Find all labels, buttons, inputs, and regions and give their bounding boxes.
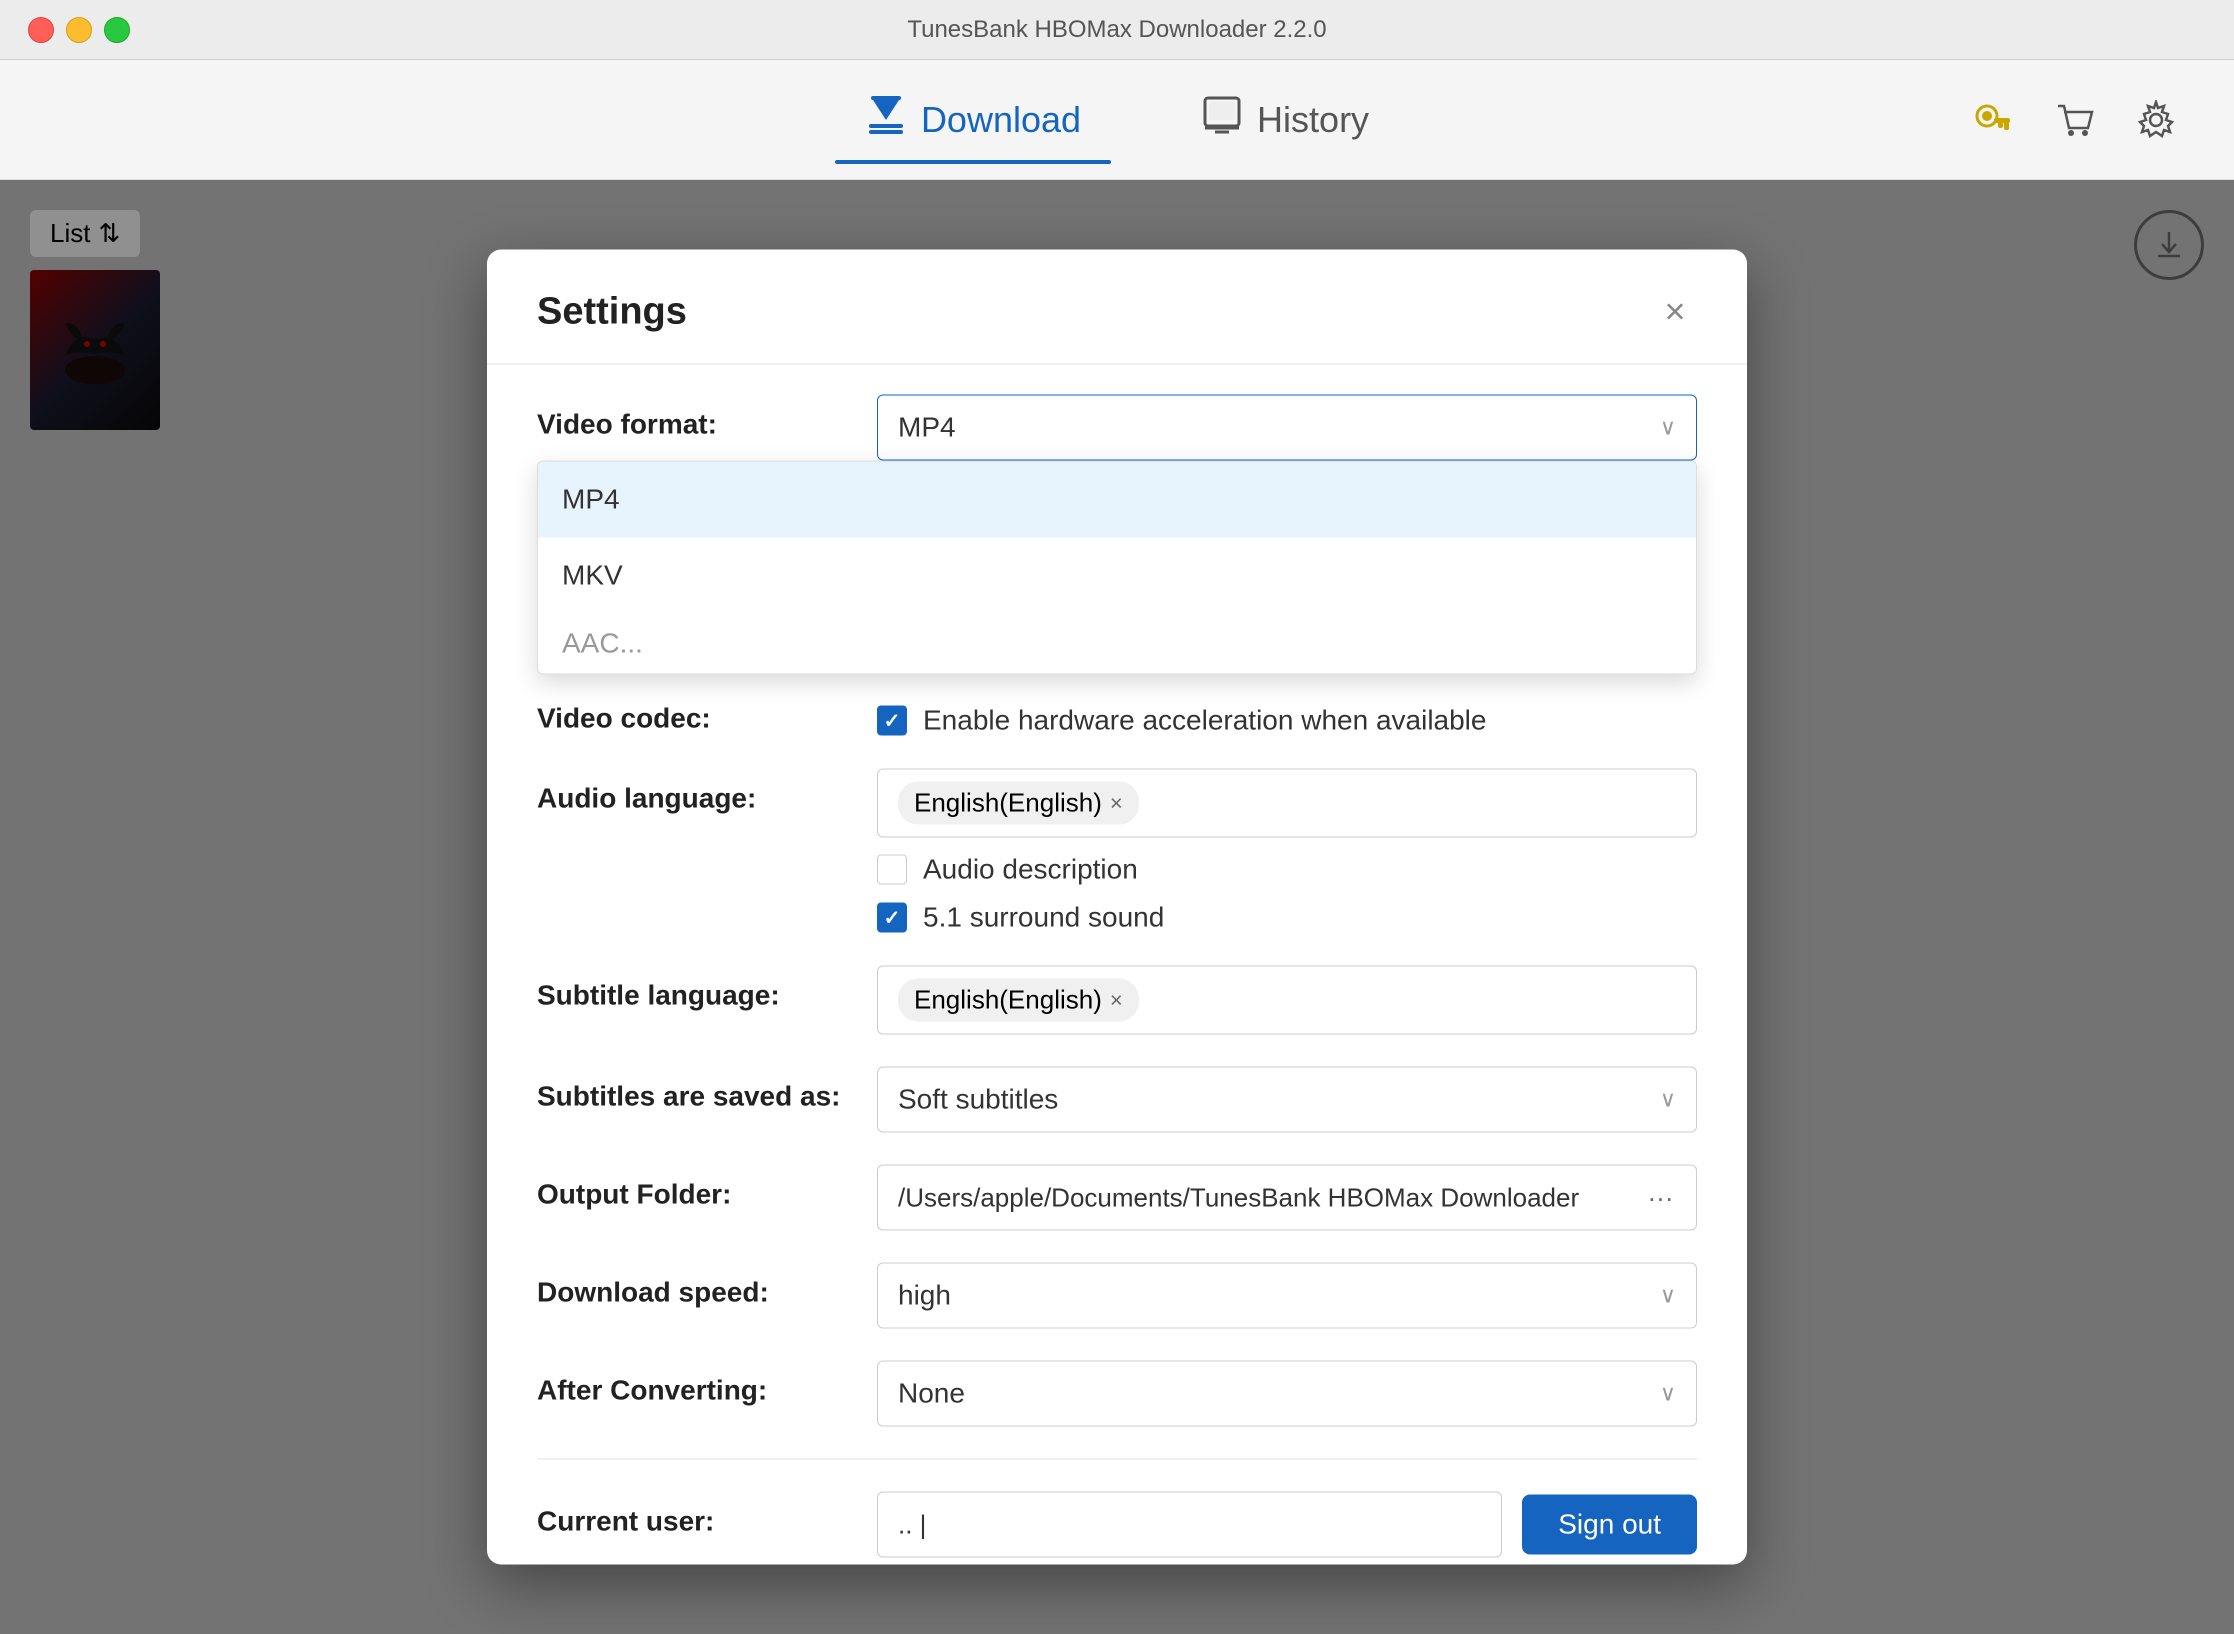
subtitles-saved-label: Subtitles are saved as: xyxy=(537,1067,877,1113)
output-folder-input[interactable]: /Users/apple/Documents/TunesBank HBOMax … xyxy=(877,1165,1625,1231)
minimize-button[interactable] xyxy=(66,17,92,43)
output-folder-control: /Users/apple/Documents/TunesBank HBOMax … xyxy=(877,1165,1697,1231)
settings-button[interactable] xyxy=(2128,92,2184,148)
hardware-accel-row: Enable hardware acceleration when availa… xyxy=(877,705,1697,737)
user-row: .. | Sign out xyxy=(877,1492,1697,1558)
settings-dialog: Settings × Video format: MP4 ∨ MP4 MKV A… xyxy=(487,250,1747,1565)
surround-sound-checkbox[interactable] xyxy=(877,903,907,933)
current-user-input: .. | xyxy=(877,1492,1502,1558)
dialog-close-button[interactable]: × xyxy=(1653,290,1697,334)
history-nav-icon xyxy=(1201,94,1243,146)
after-converting-value: None xyxy=(898,1378,965,1410)
toolbar: Download History xyxy=(0,60,2234,180)
audio-language-control: English(English) × Audio description 5.1… xyxy=(877,769,1697,934)
after-converting-label: After Converting: xyxy=(537,1361,877,1407)
app-title: TunesBank HBOMax Downloader 2.2.0 xyxy=(907,16,1326,44)
current-user-label: Current user: xyxy=(537,1492,877,1538)
subtitle-language-tag: English(English) × xyxy=(898,979,1139,1022)
audio-language-label: Audio language: xyxy=(537,769,877,815)
nav-history[interactable]: History xyxy=(1171,78,1399,162)
after-converting-control: None ∨ xyxy=(877,1361,1697,1427)
current-user-row: Current user: .. | Sign out xyxy=(537,1492,1697,1558)
audio-description-checkbox[interactable] xyxy=(877,855,907,885)
key-button[interactable] xyxy=(1964,92,2020,148)
audio-description-row: Audio description xyxy=(877,854,1697,886)
after-converting-row: After Converting: None ∨ xyxy=(537,1361,1697,1427)
after-converting-arrow: ∨ xyxy=(1660,1381,1676,1407)
audio-language-tag: English(English) × xyxy=(898,782,1139,825)
surround-sound-row: 5.1 surround sound xyxy=(877,902,1697,934)
video-format-option-mp4[interactable]: MP4 xyxy=(538,462,1696,538)
download-nav-icon xyxy=(865,94,907,146)
video-codec-control: Enable hardware acceleration when availa… xyxy=(877,689,1697,737)
subtitles-saved-dropdown[interactable]: Soft subtitles ∨ xyxy=(877,1067,1697,1133)
video-format-arrow: ∨ xyxy=(1660,415,1676,441)
hardware-accel-label: Enable hardware acceleration when availa… xyxy=(923,705,1486,737)
output-folder-row: Output Folder: /Users/apple/Documents/Tu… xyxy=(537,1165,1697,1231)
traffic-lights xyxy=(28,17,130,43)
download-speed-control: high ∨ xyxy=(877,1263,1697,1329)
main-area: List ⇅ Settings × xyxy=(0,180,2234,1634)
video-format-row: Video format: MP4 ∨ MP4 MKV AAC... xyxy=(537,395,1697,461)
download-speed-dropdown[interactable]: high ∨ xyxy=(877,1263,1697,1329)
subtitle-language-row: Subtitle language: English(English) × xyxy=(537,966,1697,1035)
close-button[interactable] xyxy=(28,17,54,43)
download-speed-label: Download speed: xyxy=(537,1263,877,1309)
output-folder-label: Output Folder: xyxy=(537,1165,877,1211)
subtitles-saved-control: Soft subtitles ∨ xyxy=(877,1067,1697,1133)
video-codec-label: Video codec: xyxy=(537,689,877,735)
subtitle-language-control: English(English) × xyxy=(877,966,1697,1035)
video-format-option-mkv[interactable]: MKV xyxy=(538,538,1696,614)
title-bar: TunesBank HBOMax Downloader 2.2.0 xyxy=(0,0,2234,60)
subtitles-saved-value: Soft subtitles xyxy=(898,1084,1058,1116)
video-format-option-aac[interactable]: AAC... xyxy=(538,614,1696,674)
after-converting-dropdown[interactable]: None ∨ xyxy=(877,1361,1697,1427)
download-speed-row: Download speed: high ∨ xyxy=(537,1263,1697,1329)
video-format-menu: MP4 MKV AAC... xyxy=(537,461,1697,675)
audio-language-input[interactable]: English(English) × xyxy=(877,769,1697,838)
download-speed-value: high xyxy=(898,1280,951,1312)
download-label: Download xyxy=(921,99,1081,141)
dialog-header: Settings × xyxy=(487,250,1747,365)
dialog-body: Video format: MP4 ∨ MP4 MKV AAC... Video… xyxy=(487,365,1747,1565)
toolbar-actions xyxy=(1964,92,2184,148)
settings-divider xyxy=(537,1459,1697,1460)
subtitle-language-label: Subtitle language: xyxy=(537,966,877,1012)
audio-language-tag-close[interactable]: × xyxy=(1110,790,1123,816)
video-format-control: MP4 ∨ MP4 MKV AAC... xyxy=(877,395,1697,461)
subtitles-saved-arrow: ∨ xyxy=(1660,1087,1676,1113)
video-format-dropdown[interactable]: MP4 ∨ xyxy=(877,395,1697,461)
subtitle-language-input[interactable]: English(English) × xyxy=(877,966,1697,1035)
subtitle-language-tag-close[interactable]: × xyxy=(1110,987,1123,1013)
dialog-title: Settings xyxy=(537,290,687,333)
hardware-accel-checkbox[interactable] xyxy=(877,706,907,736)
cart-button[interactable] xyxy=(2046,92,2102,148)
current-user-control: .. | Sign out xyxy=(877,1492,1697,1558)
video-format-label: Video format: xyxy=(537,395,877,441)
audio-language-row: Audio language: English(English) × Audio… xyxy=(537,769,1697,934)
toolbar-nav: Download History xyxy=(835,78,1399,162)
output-folder-browse-button[interactable]: ··· xyxy=(1625,1165,1697,1231)
folder-row: /Users/apple/Documents/TunesBank HBOMax … xyxy=(877,1165,1697,1231)
audio-description-label: Audio description xyxy=(923,854,1138,886)
surround-sound-label: 5.1 surround sound xyxy=(923,902,1164,934)
subtitles-saved-row: Subtitles are saved as: Soft subtitles ∨ xyxy=(537,1067,1697,1133)
maximize-button[interactable] xyxy=(104,17,130,43)
sign-out-button[interactable]: Sign out xyxy=(1522,1495,1697,1555)
download-speed-arrow: ∨ xyxy=(1660,1283,1676,1309)
history-label: History xyxy=(1257,99,1369,141)
video-codec-row: Video codec: Enable hardware acceleratio… xyxy=(537,689,1697,737)
nav-download[interactable]: Download xyxy=(835,78,1111,162)
video-format-value: MP4 xyxy=(898,412,956,444)
